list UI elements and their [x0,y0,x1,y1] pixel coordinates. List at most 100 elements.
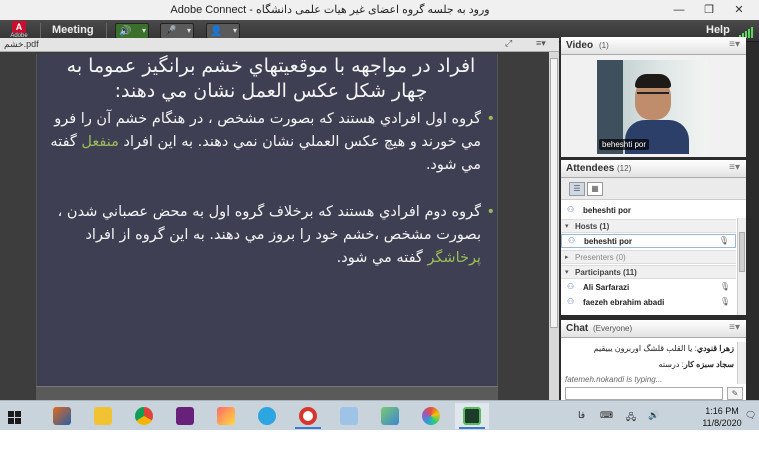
menu-divider [106,23,107,39]
windows-logo-icon [8,411,22,425]
chrome-icon [135,407,153,425]
taskbar-app-recorder[interactable] [291,403,325,429]
chat-message-input[interactable] [565,387,723,400]
pod-menu-icon[interactable]: ≡▾ [729,162,740,173]
host-icon: ⚇ [568,236,576,245]
microphone-toggle-button[interactable]: 🎤 ▾ [160,23,194,39]
taskbar-app-file-explorer[interactable] [86,403,120,429]
taskbar-app-notepad[interactable] [332,403,366,429]
notepad-icon [340,407,358,425]
pod-menu-icon[interactable]: ≡▾ [536,38,546,49]
chevron-down-icon[interactable]: ▾ [142,24,146,38]
fullscreen-icon[interactable]: ⤢ [505,38,512,49]
volume-icon[interactable]: 🔊 [648,410,659,421]
speaker-icon: 🔊 [119,26,132,37]
adobe-connect-icon [463,407,481,425]
taskbar-app-color-palette[interactable] [414,403,448,429]
chat-text: درسته [658,360,680,369]
taskbar-app-telegram[interactable] [250,403,284,429]
attendee-row[interactable]: ⚇ Ali Sarfarazi 🎙 [561,281,736,295]
clock-time: 1:16 PM [705,406,739,416]
taskbar-app-chrome[interactable] [127,403,161,429]
video-pod-count: (1) [599,41,609,50]
taskbar-app-visual-studio[interactable] [168,403,202,429]
window-title: ورود به جلسه گروه اعضای غیر هیات علمی دا… [170,4,490,16]
participants-group[interactable]: ▾ Participants (11) [561,265,736,279]
adobe-logo-mark: A [12,21,26,33]
network-icon[interactable]: 🖧 [626,410,636,426]
share-scrollbar[interactable] [549,52,559,400]
help-menu[interactable]: Help [706,24,730,36]
palette-icon [422,407,440,425]
clock-date: 11/8/2020 [702,418,742,428]
webcam-icon: 👤 [210,26,223,37]
slide-heading: افراد در مواجهه با موقعيتهاي خشم برانگيز… [66,55,476,102]
input-language[interactable]: فا [578,410,585,421]
meeting-menu[interactable]: Meeting [52,24,94,36]
presentation-slide: افراد در مواجهه با موقعيتهاي خشم برانگيز… [36,54,498,400]
keyboard-icon[interactable]: ⌨ [600,410,613,421]
highlighted-term: پرخاشگر [427,250,481,266]
chevron-down-icon[interactable]: ▾ [187,24,191,38]
chat-pod-header: Chat (Everyone) ≡▾ [561,320,746,338]
chat-author: زهرا قنودي [696,344,734,353]
send-message-icon[interactable]: ✎ [727,387,743,400]
folder-icon [94,407,112,425]
chevron-down-icon[interactable]: ▾ [233,24,237,38]
attendees-pod-count: (12) [617,164,632,173]
group-label: Presenters (0) [575,253,626,262]
speaker-toggle-button[interactable]: 🔊 ▾ [115,23,149,39]
notification-icon[interactable]: 🗨 [745,410,756,421]
chat-text: يا القلب قلشگ اوربرون يبيقيم [593,344,693,353]
chat-scrollbar[interactable] [737,342,746,384]
attendee-name: Ali Sarfarazi [583,283,630,292]
collapse-arrow-icon[interactable]: ▾ [565,222,569,230]
my-status-row[interactable]: ⚇ beheshti por [561,204,736,218]
chat-message: زهرا قنودي: يا القلب قلشگ اوربرون يبيقيم [593,344,734,353]
expand-arrow-icon[interactable]: ▸ [565,253,569,261]
scroll-thumb[interactable] [739,232,745,272]
typing-indicator: fatemeh.nokandi is typing... [565,375,663,384]
scroll-thumb[interactable] [550,58,558,328]
record-icon [299,407,317,425]
adobe-connect-window: ورود به جلسه گروه اعضای غیر هیات علمی دا… [0,0,759,430]
bullet-dot: • [486,111,495,127]
chat-pod: زهرا قنودي: يا القلب قلشگ اوربرون يبيقيم… [561,338,746,400]
taskbar-app-adobe-connect[interactable] [455,403,489,429]
attendees-scrollbar[interactable] [737,218,746,315]
bullet-dot: • [486,204,495,220]
maximize-button[interactable]: ❐ [694,0,724,20]
presenters-group[interactable]: ▸ Presenters (0) [561,250,736,264]
chat-scope: (Everyone) [593,324,633,333]
breakout-view-button[interactable]: ▦ [587,182,603,196]
slide-bullet: • گروه دوم افرادي هستند كه برخلاف گروه ا… [47,201,495,270]
matlab-icon [53,407,71,425]
taskbar-app-photos[interactable] [373,403,407,429]
hosts-group[interactable]: ▾ Hosts (1) [561,219,736,233]
webcam-video[interactable]: beheshti por [597,60,708,154]
minimize-button[interactable]: — [664,0,694,20]
attendee-row[interactable]: ⚇ beheshti por 🎙 [561,234,736,248]
webcam-toggle-button[interactable]: 👤 ▾ [206,23,240,39]
attendees-pod-header: Attendees (12) ≡▾ [561,160,746,178]
telegram-icon [258,407,276,425]
video-name-label: beheshti por [599,139,650,150]
attendee-name: faezeh ebrahim abadi [583,298,665,307]
chat-pod-title: Chat [566,323,589,334]
start-button[interactable] [0,403,34,429]
taskbar-app-paint[interactable] [209,403,243,429]
list-view-button[interactable]: ☰ [569,182,585,196]
menu-divider [40,23,41,39]
pod-menu-icon[interactable]: ≡▾ [729,322,740,333]
attendees-pod: ☰ ▦ ⚇ beheshti por ▾ Hosts (1) ⚇ behesht… [561,178,746,315]
attendees-pod-title: Attendees [566,163,615,174]
system-clock[interactable]: 1:16 PM 11/8/2020 [699,405,745,429]
close-button[interactable]: ✕ [724,0,754,20]
taskbar-app-matlab[interactable] [45,403,79,429]
participant-icon: ⚇ [567,282,575,291]
microphone-icon: 🎙 [719,297,730,306]
pod-menu-icon[interactable]: ≡▾ [729,39,740,50]
collapse-arrow-icon[interactable]: ▾ [565,268,569,276]
windows-taskbar: فا ⌨ 🖧 🔊 1:16 PM 11/8/2020 🗨 [0,400,759,430]
attendee-row[interactable]: ⚇ faezeh ebrahim abadi 🎙 [561,296,736,310]
